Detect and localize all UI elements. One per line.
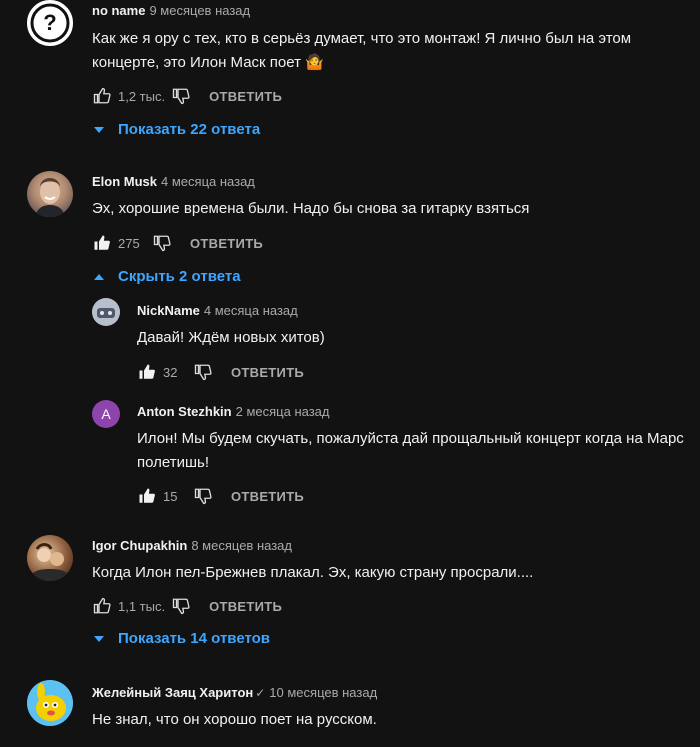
reply-header: Anton Stezhkin 2 месяца назад bbox=[137, 404, 330, 419]
comment-text: Эх, хорошие времена были. Надо бы снова … bbox=[92, 200, 530, 217]
comment-header: Igor Chupakhin 8 месяцев назад bbox=[92, 538, 292, 553]
person-photo-icon bbox=[27, 543, 73, 581]
like-count: 1,2 тыс. bbox=[118, 88, 166, 104]
reply-button[interactable]: ОТВЕТИТЬ bbox=[231, 365, 304, 380]
avatar-letter: A bbox=[101, 406, 111, 422]
robot-icon bbox=[92, 298, 120, 326]
comment-text: Не знал, что он хорошо поет на русском. bbox=[92, 711, 377, 728]
dislike-icon[interactable] bbox=[171, 86, 191, 106]
timestamp[interactable]: 10 месяцев назад bbox=[269, 685, 377, 700]
reply-text: Илон! Мы будем скучать, пожалуйста дай п… bbox=[137, 430, 684, 471]
check-icon: ✓ bbox=[255, 686, 266, 700]
reply-avatar[interactable] bbox=[92, 298, 120, 326]
like-icon[interactable] bbox=[137, 486, 157, 506]
reply-avatar[interactable]: A bbox=[92, 400, 120, 428]
like-count: 32 bbox=[163, 364, 178, 380]
comment-text: Когда Илон пел-Брежнев плакал. Эх, какую… bbox=[92, 564, 534, 581]
reply-actions: 15 ОТВЕТИТЬ bbox=[137, 486, 304, 506]
author-name[interactable]: NickName bbox=[137, 303, 200, 318]
reply-button[interactable]: ОТВЕТИТЬ bbox=[190, 236, 263, 251]
person-photo-icon bbox=[35, 178, 65, 217]
comment-actions: 1,1 тыс. ОТВЕТИТЬ bbox=[92, 596, 282, 616]
hide-replies-button[interactable]: Скрыть 2 ответа bbox=[92, 268, 241, 285]
timestamp[interactable]: 8 месяцев назад bbox=[191, 538, 292, 553]
like-icon[interactable] bbox=[137, 362, 157, 382]
timestamp[interactable]: 4 месяца назад bbox=[161, 174, 255, 189]
dislike-icon[interactable] bbox=[171, 596, 191, 616]
reply-actions: 32 ОТВЕТИТЬ bbox=[137, 362, 304, 382]
comment-actions: 1,2 тыс. ОТВЕТИТЬ bbox=[92, 86, 282, 106]
svg-text:?: ? bbox=[43, 10, 56, 35]
toggle-label: Скрыть 2 ответа bbox=[118, 268, 241, 285]
timestamp[interactable]: 9 месяцев назад bbox=[149, 3, 250, 18]
like-icon[interactable] bbox=[92, 596, 112, 616]
reply-text: Давай! Ждём новых хитов) bbox=[137, 329, 325, 346]
question-mark-icon: ? bbox=[30, 3, 70, 43]
dislike-icon[interactable] bbox=[193, 486, 213, 506]
dislike-icon[interactable] bbox=[193, 362, 213, 382]
comment-header: no name 9 месяцев назад bbox=[92, 3, 250, 18]
chevron-up-icon bbox=[92, 273, 106, 280]
reply-button[interactable]: ОТВЕТИТЬ bbox=[209, 599, 282, 614]
toggle-label: Показать 14 ответов bbox=[118, 630, 270, 647]
dislike-icon[interactable] bbox=[152, 233, 172, 253]
timestamp[interactable]: 2 месяца назад bbox=[236, 404, 330, 419]
author-name[interactable]: Желейный Заяц Харитон bbox=[92, 685, 253, 700]
reply-header: NickName 4 месяца назад bbox=[137, 303, 298, 318]
toggle-label: Показать 22 ответа bbox=[118, 121, 261, 138]
comment-header: Elon Musk 4 месяца назад bbox=[92, 174, 255, 189]
like-icon[interactable] bbox=[92, 86, 112, 106]
chevron-down-icon bbox=[92, 635, 106, 642]
reply-button[interactable]: ОТВЕТИТЬ bbox=[231, 489, 304, 504]
author-name[interactable]: Igor Chupakhin bbox=[92, 538, 187, 553]
show-replies-button[interactable]: Показать 14 ответов bbox=[92, 630, 270, 647]
reply-button[interactable]: ОТВЕТИТЬ bbox=[209, 89, 282, 104]
author-name[interactable]: Anton Stezhkin bbox=[137, 404, 232, 419]
avatar[interactable] bbox=[27, 680, 73, 726]
like-icon[interactable] bbox=[92, 233, 112, 253]
avatar[interactable]: ? bbox=[27, 0, 73, 46]
comment-actions: 275 ОТВЕТИТЬ bbox=[92, 233, 263, 253]
avatar[interactable] bbox=[27, 171, 73, 217]
comment-header: Желейный Заяц Харитон ✓ 10 месяцев назад bbox=[92, 685, 377, 700]
chevron-down-icon bbox=[92, 126, 106, 133]
cartoon-bunny-icon bbox=[27, 680, 73, 726]
comment-text: Как же я ору с тех, кто в серьёз думает,… bbox=[92, 30, 632, 71]
like-count: 1,1 тыс. bbox=[118, 598, 166, 614]
author-name[interactable]: Elon Musk bbox=[92, 174, 157, 189]
avatar[interactable] bbox=[27, 535, 73, 581]
timestamp[interactable]: 4 месяца назад bbox=[204, 303, 298, 318]
author-name[interactable]: no name bbox=[92, 3, 145, 18]
show-replies-button[interactable]: Показать 22 ответа bbox=[92, 121, 260, 138]
like-count: 15 bbox=[163, 488, 178, 504]
